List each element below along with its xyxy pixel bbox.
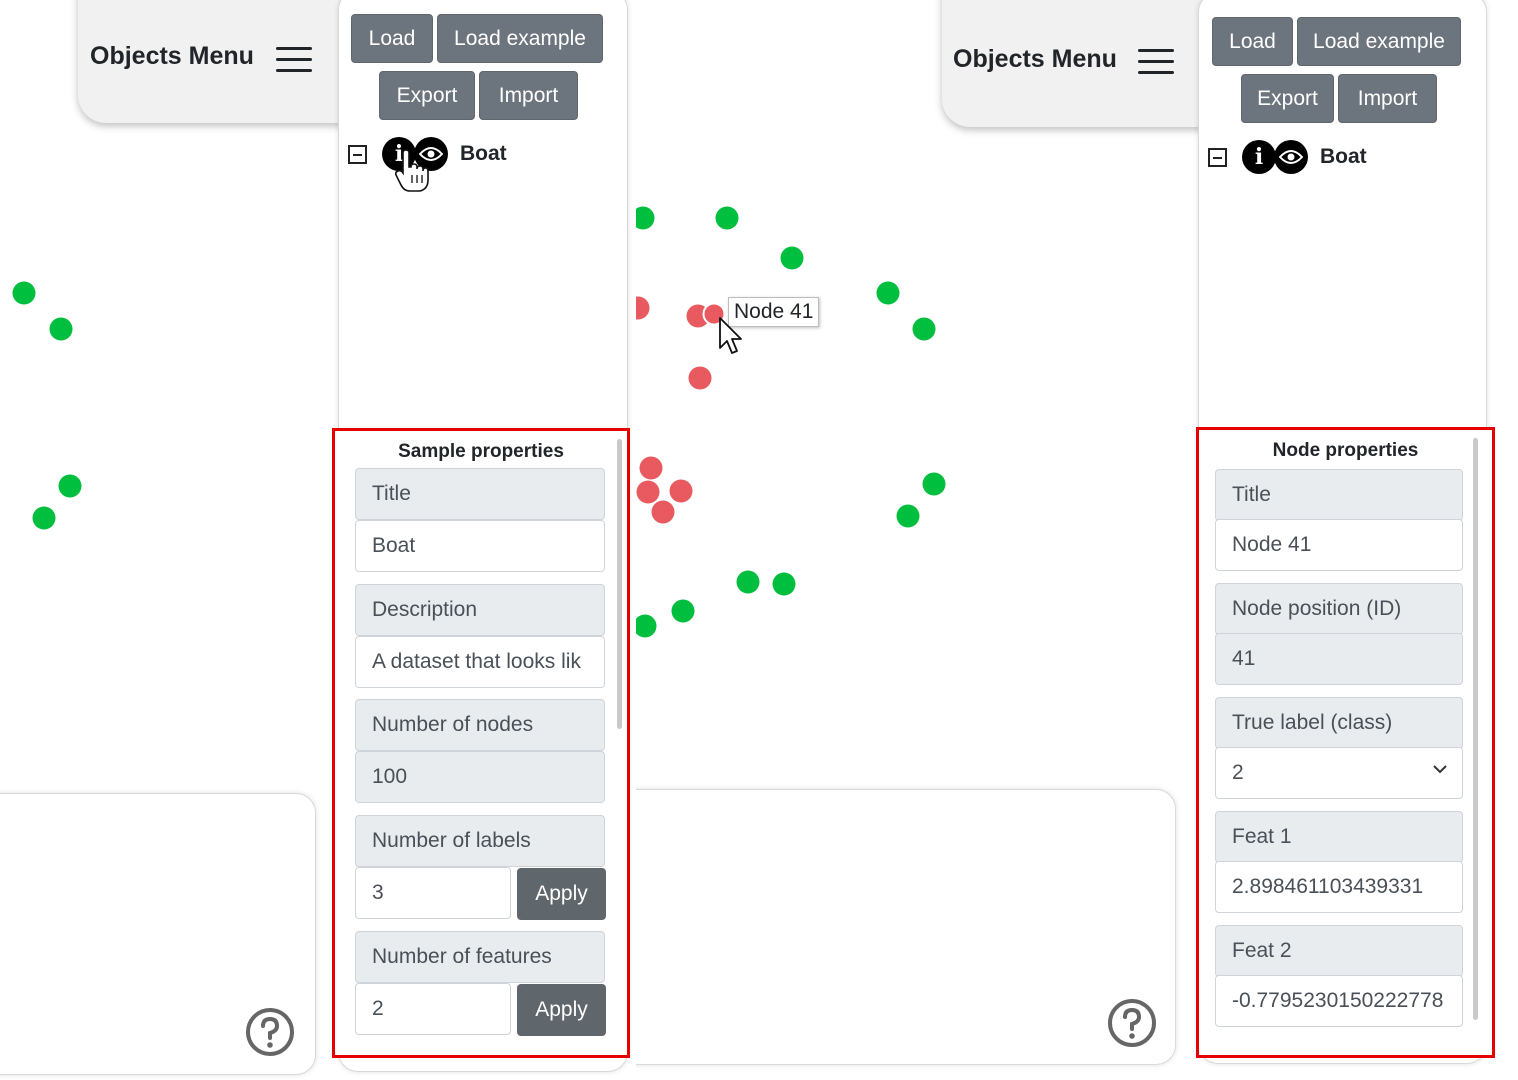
graph-node[interactable]	[636, 206, 655, 230]
import-button[interactable]: Import	[479, 71, 578, 120]
scrollbar[interactable]	[1473, 438, 1478, 1020]
load-example-button[interactable]: Load example	[437, 14, 603, 63]
load-button[interactable]: Load	[1212, 17, 1293, 66]
description-label: Description	[355, 584, 605, 636]
right-screenshot: Node 41 Objects Menu Load Load example E…	[636, 0, 1518, 1080]
objects-menu-title: Objects Menu	[953, 45, 1117, 73]
properties-title: Sample properties	[398, 441, 564, 462]
help-icon[interactable]	[245, 1007, 295, 1057]
graph-node[interactable]	[715, 206, 739, 230]
graph-node[interactable]	[636, 614, 657, 638]
graph-node[interactable]	[912, 317, 936, 341]
graph-node[interactable]	[32, 506, 56, 530]
hamburger-menu-icon[interactable]	[1138, 49, 1174, 75]
sample-properties-panel: Sample properties Title Boat Description…	[332, 428, 630, 1058]
graph-node[interactable]	[876, 281, 900, 305]
number-of-nodes-label: Number of nodes	[355, 699, 605, 751]
eye-icon[interactable]	[1274, 140, 1308, 174]
tree-item-label: Boat	[460, 142, 507, 165]
tree-item-label: Boat	[1320, 145, 1367, 168]
title-label: Title	[355, 468, 605, 520]
apply-labels-button[interactable]: Apply	[517, 868, 606, 920]
left-screenshot: Objects Menu Load Load example Export Im…	[0, 0, 636, 1080]
graph-node[interactable]	[49, 317, 73, 341]
hamburger-menu-icon[interactable]	[276, 47, 312, 73]
description-input[interactable]: A dataset that looks lik	[355, 636, 605, 688]
bottom-panel	[0, 793, 316, 1075]
load-button[interactable]: Load	[351, 14, 433, 63]
graph-node[interactable]	[688, 366, 712, 390]
feat-2-label: Feat 2	[1215, 925, 1463, 977]
feat-1-label: Feat 1	[1215, 811, 1463, 863]
export-button[interactable]: Export	[379, 71, 475, 120]
scrollbar[interactable]	[617, 439, 622, 729]
true-label-select[interactable]: 2	[1215, 747, 1463, 799]
collapse-icon[interactable]	[348, 144, 367, 164]
graph-node[interactable]	[651, 500, 675, 524]
feat-1-input[interactable]: 2.898461103439331	[1215, 861, 1463, 913]
node-position-field: 41	[1215, 633, 1463, 685]
graph-node[interactable]	[636, 480, 660, 504]
graph-node[interactable]	[736, 570, 760, 594]
graph-node[interactable]	[671, 599, 695, 623]
apply-features-button[interactable]: Apply	[517, 984, 606, 1036]
load-example-button[interactable]: Load example	[1297, 17, 1461, 66]
graph-node[interactable]	[896, 504, 920, 528]
graph-node[interactable]	[780, 246, 804, 270]
info-icon[interactable]: i	[1242, 140, 1276, 174]
graph-node[interactable]	[636, 296, 650, 320]
graph-node[interactable]	[12, 281, 36, 305]
graph-node[interactable]	[639, 456, 663, 480]
number-of-features-input[interactable]: 2	[355, 983, 511, 1035]
feat-2-input[interactable]: -0.7795230150222778	[1215, 975, 1463, 1027]
true-label-label: True label (class)	[1215, 697, 1463, 749]
properties-title: Node properties	[1272, 440, 1419, 461]
chevron-down-icon	[1433, 765, 1447, 774]
title-input[interactable]: Node 41	[1215, 519, 1463, 571]
bottom-panel	[636, 789, 1176, 1065]
node-properties-panel: Node properties Title Node 41 Node posit…	[1196, 427, 1495, 1058]
help-icon[interactable]	[1107, 998, 1157, 1048]
hand-cursor-icon	[395, 149, 429, 192]
graph-node[interactable]	[922, 472, 946, 496]
number-of-labels-input[interactable]: 3	[355, 867, 511, 919]
arrow-cursor-icon	[719, 317, 742, 354]
title-label: Title	[1215, 469, 1463, 521]
objects-menu-header: Objects Menu	[942, 0, 1212, 127]
objects-menu-title: Objects Menu	[90, 42, 254, 70]
true-label-value: 2	[1232, 761, 1244, 784]
graph-node[interactable]	[58, 474, 82, 498]
graph-node[interactable]	[669, 479, 693, 503]
graph-node[interactable]	[772, 572, 796, 596]
tree-item-boat[interactable]: i Boat	[1208, 140, 1367, 174]
export-button[interactable]: Export	[1241, 74, 1334, 123]
number-of-nodes-field: 100	[355, 751, 605, 803]
collapse-icon[interactable]	[1208, 147, 1227, 167]
number-of-features-label: Number of features	[355, 931, 605, 983]
title-input[interactable]: Boat	[355, 520, 605, 572]
number-of-labels-label: Number of labels	[355, 815, 605, 867]
node-position-label: Node position (ID)	[1215, 583, 1463, 635]
objects-menu-header: Objects Menu	[78, 0, 350, 123]
import-button[interactable]: Import	[1338, 74, 1437, 123]
